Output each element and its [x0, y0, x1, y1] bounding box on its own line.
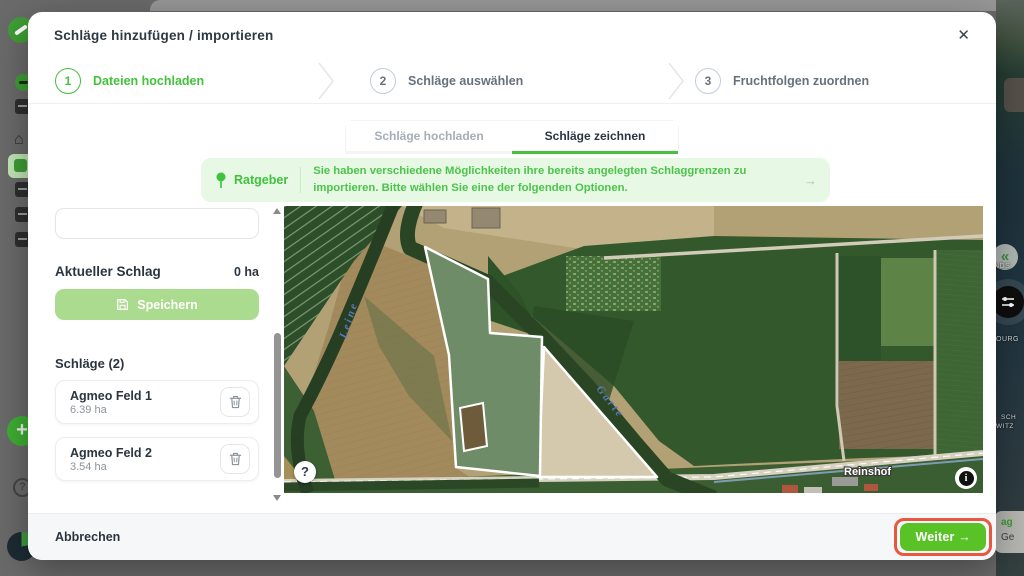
step-label: Schläge auswählen — [408, 74, 523, 88]
modal-footer: Abbrechen Weiter → — [28, 513, 996, 560]
current-field-area: 0 ha — [234, 265, 259, 279]
annotation-highlight-box: Weiter → — [894, 518, 992, 556]
advisor-text: Sie haben verschiedene Möglichkeiten ihr… — [313, 163, 794, 198]
attribution-text: ag — [1001, 515, 1024, 530]
modal-content: Aktueller Schlag 0 ha Speichern Schläge … — [55, 206, 983, 503]
advisor-label: Ratgeber — [234, 173, 288, 187]
save-button[interactable]: Speichern — [55, 289, 259, 320]
background-map-label: OURG — [996, 336, 1019, 343]
place-label-reinshof: Reinshof — [844, 466, 891, 478]
tab-draw-fields[interactable]: Schläge zeichnen — [512, 121, 678, 154]
step-select-fields: 2 Schläge auswählen — [370, 68, 523, 94]
step-number: 1 — [55, 68, 81, 94]
field-area: 6.39 ha — [70, 404, 220, 416]
step-number: 2 — [370, 68, 396, 94]
scroll-up-arrow-icon[interactable] — [273, 208, 281, 214]
step-number: 3 — [695, 68, 721, 94]
step-label: Fruchtfolgen zuordnen — [733, 74, 869, 88]
background-map-label: WITZ — [996, 423, 1014, 430]
map-attribution-card: ag Ge — [994, 511, 1024, 553]
map-info-button[interactable]: i — [955, 467, 977, 489]
map-canvas: Leine Garte Reinshof — [284, 206, 983, 493]
save-label: Speichern — [137, 298, 197, 312]
stepper-chevron-icon — [666, 60, 686, 102]
background-card — [1004, 78, 1024, 112]
stepper: 1 Dateien hochladen 2 Schläge auswählen … — [28, 58, 996, 104]
scrollbar-thumb[interactable] — [274, 333, 281, 478]
tab-upload-fields[interactable]: Schläge hochladen — [346, 121, 512, 154]
next-button[interactable]: Weiter → — [900, 523, 986, 551]
current-field-label: Aktueller Schlag — [55, 264, 161, 279]
pin-icon — [214, 171, 228, 189]
modal-title: Schläge hinzufügen / importieren — [54, 28, 273, 43]
panel-scrollbar[interactable] — [272, 206, 283, 503]
info-icon: i — [959, 471, 974, 486]
background-map-label: SCH — [1001, 414, 1016, 421]
divider — [300, 167, 301, 193]
stepper-chevron-icon — [316, 60, 336, 102]
field-area: 3.54 ha — [70, 461, 220, 473]
delete-field-button[interactable] — [220, 444, 250, 474]
field-panel: Aktueller Schlag 0 ha Speichern Schläge … — [55, 206, 259, 503]
map-filter-button — [992, 286, 1024, 318]
step-upload-files: 1 Dateien hochladen — [55, 68, 204, 94]
background-map-label: NDS — [994, 263, 1010, 270]
step-assign-rotations: 3 Fruchtfolgen zuordnen — [695, 68, 869, 94]
advisor-banner: Ratgeber Sie haben verschiedene Möglichk… — [201, 158, 830, 202]
field-name: Agmeo Feld 1 — [70, 389, 220, 403]
cancel-button[interactable]: Abbrechen — [55, 530, 120, 544]
step-label: Dateien hochladen — [93, 74, 204, 88]
field-list-item[interactable]: Agmeo Feld 2 3.54 ha — [55, 437, 259, 481]
modal-header: Schläge hinzufügen / importieren ✕ — [28, 12, 996, 58]
attribution-text: Ge — [1001, 530, 1024, 545]
close-icon[interactable]: ✕ — [957, 28, 970, 43]
map-help-button[interactable]: ? — [294, 461, 316, 483]
scroll-down-arrow-icon[interactable] — [273, 495, 281, 501]
tune-icon — [999, 293, 1017, 311]
field-name: Agmeo Feld 2 — [70, 446, 220, 460]
field-polygon-hole[interactable] — [460, 403, 487, 451]
arrow-right-icon[interactable]: → — [804, 173, 817, 188]
add-fields-modal: Schläge hinzufügen / importieren ✕ 1 Dat… — [28, 12, 996, 560]
background-app-header — [150, 0, 1008, 11]
tabs-row: Schläge hochladen Schläge zeichnen — [28, 120, 996, 154]
trash-icon — [229, 395, 242, 409]
fields-list-title: Schläge (2) — [55, 356, 124, 371]
satellite-map[interactable]: Leine Garte Reinshof ? i — [284, 206, 983, 493]
home-icon: ⌂ — [14, 131, 24, 149]
field-list-item[interactable]: Agmeo Feld 1 6.39 ha — [55, 380, 259, 424]
current-field-row: Aktueller Schlag 0 ha — [55, 264, 259, 279]
trash-icon — [229, 452, 242, 466]
save-floppy-icon — [116, 298, 129, 311]
delete-field-button[interactable] — [220, 387, 250, 417]
field-name-input[interactable] — [55, 208, 259, 239]
